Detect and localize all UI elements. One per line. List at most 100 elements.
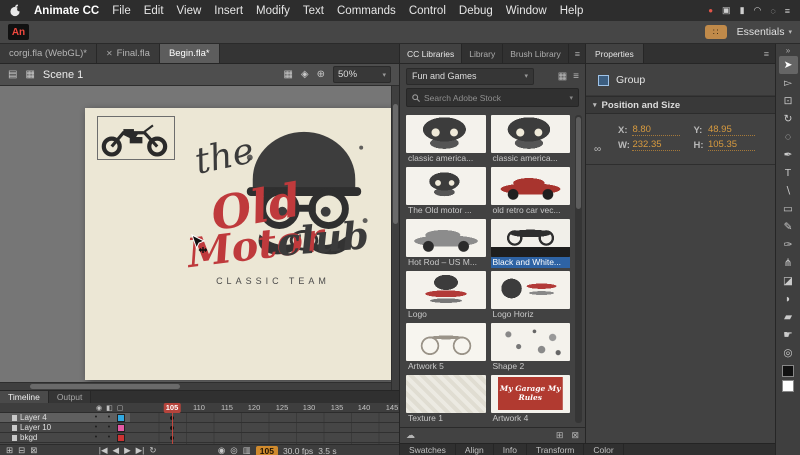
stage-horizontal-scrollbar[interactable] [0, 382, 391, 390]
panel-menu-icon[interactable]: ≡ [570, 44, 585, 63]
ruler-frame-number[interactable]: 130 [303, 403, 316, 413]
panel-tab[interactable]: Align [456, 444, 494, 455]
library-item-label[interactable]: classic america... [491, 153, 571, 164]
layer-name-cell[interactable]: Layer 4 • • [0, 413, 130, 422]
library-item-thumbnail[interactable] [406, 219, 486, 257]
y-value-field[interactable]: 48.95 [708, 124, 755, 136]
onion-skin-outlines-button[interactable]: ◎ [230, 445, 237, 455]
menu-item[interactable]: Window [506, 5, 547, 17]
record-icon[interactable]: ● [708, 6, 713, 15]
battery-icon[interactable]: ▮ [740, 5, 745, 16]
apple-menu[interactable] [10, 4, 21, 17]
timeline-layer-row[interactable]: Layer 4 • • [0, 413, 399, 423]
stage-pasteboard[interactable]: the Old Motor club CLASSIC TEAM [0, 86, 399, 390]
timeline-layer-row[interactable]: Layer 10 • • [0, 423, 399, 433]
library-item-thumbnail[interactable] [491, 271, 571, 309]
layer-name-cell[interactable]: Layer 1 • • [0, 443, 130, 444]
library-item-thumbnail[interactable] [491, 219, 571, 257]
document-tab[interactable]: corgi.fla (WebGL)* [0, 44, 97, 63]
fill-color-chip[interactable] [782, 380, 794, 392]
library-item-thumbnail[interactable] [491, 323, 571, 361]
ruler-frame-number[interactable]: 110 [193, 403, 205, 413]
library-item[interactable]: Artwork 5 [406, 323, 486, 372]
tab-close-icon[interactable]: ✕ [106, 49, 113, 58]
panel-menu-icon[interactable]: ≡ [758, 44, 775, 63]
document-tab[interactable]: ✕ Final.fla [97, 44, 160, 63]
panel-tab[interactable]: Info [494, 444, 527, 455]
library-item-label[interactable]: Artwork 5 [406, 361, 486, 372]
ruler-frame-number[interactable]: 115 [221, 403, 233, 413]
layer-name-cell[interactable]: Layer 10 • • [0, 423, 130, 432]
subselection-tool[interactable]: ▻ [779, 74, 798, 92]
sync-status-icon[interactable]: ☁ [406, 430, 415, 441]
line-tool[interactable]: ∖ [779, 182, 798, 200]
logo-subtitle[interactable]: CLASSIC TEAM [203, 276, 343, 286]
library-item-thumbnail[interactable] [406, 167, 486, 205]
workspace-switcher[interactable]: Essentials ▾ [737, 26, 792, 38]
lock-icon[interactable]: ◧ [106, 404, 113, 412]
onion-skin-button[interactable]: ◉ [218, 445, 225, 455]
current-frame-indicator[interactable]: 105 [256, 446, 278, 455]
properties-tab[interactable]: Properties [586, 44, 644, 63]
library-item-label[interactable]: Black and White... [491, 257, 571, 268]
free-transform-tool[interactable]: ⊡ [779, 92, 798, 110]
layer-visibility-dot[interactable]: • [91, 443, 101, 444]
library-item-label[interactable]: classic america... [406, 153, 486, 164]
lasso-tool[interactable]: ◌ [779, 128, 798, 146]
edit-scene-icon[interactable]: ▦ [283, 69, 292, 80]
library-item[interactable]: Texture 1 [406, 375, 486, 424]
link-dimensions-icon[interactable]: ∞ [594, 144, 601, 155]
logo-text-club[interactable]: club [275, 212, 370, 265]
paint-bucket-tool[interactable]: ◪ [779, 272, 798, 290]
previous-frame-button[interactable]: ◀ [113, 445, 120, 455]
eraser-tool[interactable]: ▰ [779, 308, 798, 326]
library-item-label[interactable]: Artwork 4 [491, 413, 571, 424]
stage-vertical-scrollbar[interactable] [391, 86, 399, 390]
library-item-label[interactable]: Logo [406, 309, 486, 320]
app-menu-title[interactable]: Animate CC [34, 5, 99, 17]
layer-visibility-dot[interactable]: • [91, 433, 101, 442]
stock-badge-icon[interactable]: ∷ [705, 25, 727, 39]
text-tool[interactable]: T [779, 164, 798, 182]
document-tab[interactable]: Begin.fla* [160, 44, 220, 63]
frame-rate-indicator[interactable]: 30.0 fps [283, 446, 313, 455]
position-size-section-header[interactable]: ▾ Position and Size [586, 96, 775, 114]
layer-frames-track[interactable] [130, 433, 399, 442]
visibility-eye-icon[interactable]: ◉ [96, 404, 102, 412]
library-item-label[interactable]: Texture 1 [406, 413, 486, 424]
edit-symbol-icon[interactable]: ◈ [301, 69, 309, 80]
w-value-field[interactable]: 232.35 [632, 139, 679, 151]
library-item[interactable]: old retro car vec... [491, 167, 571, 216]
delete-layer-button[interactable]: ⊠ [30, 445, 37, 455]
layer-outline-color-swatch[interactable] [117, 424, 125, 432]
trash-icon[interactable]: ⊠ [571, 430, 579, 441]
menu-item[interactable]: Insert [214, 5, 243, 17]
timeline-layer-row[interactable]: bkgd • • [0, 433, 399, 443]
eyedropper-tool[interactable]: ◗ [779, 290, 798, 308]
libraries-tab[interactable]: CC Libraries [400, 44, 462, 63]
next-frame-button[interactable]: ▶| [136, 445, 145, 455]
ruler-frame-number[interactable]: 135 [331, 403, 344, 413]
outline-icon[interactable]: ▢ [117, 404, 124, 412]
library-item-thumbnail[interactable] [491, 115, 571, 153]
libraries-tab[interactable]: Library [462, 44, 503, 63]
animate-logo[interactable]: An [8, 24, 29, 40]
wifi-icon[interactable]: ◠ [754, 5, 762, 16]
zoom-tool[interactable]: ◎ [779, 344, 798, 362]
zoom-level-select[interactable]: 50% ▾ [333, 66, 391, 83]
menu-item[interactable]: Help [560, 5, 584, 17]
loop-button[interactable]: ↻ [149, 445, 156, 455]
rectangle-tool[interactable]: ▭ [779, 200, 798, 218]
new-folder-button[interactable]: ⊟ [18, 445, 25, 455]
pencil-tool[interactable]: ✎ [779, 218, 798, 236]
list-view-icon[interactable]: ≡ [573, 71, 579, 82]
layer-outline-color-swatch[interactable] [117, 414, 125, 422]
layer-lock-dot[interactable]: • [104, 413, 114, 422]
x-value-field[interactable]: 8.80 [632, 124, 679, 136]
control-center-icon[interactable]: ≡ [785, 6, 790, 16]
grid-view-icon[interactable]: ▦ [558, 71, 567, 82]
ruler-frame-number[interactable]: 105 [164, 403, 181, 413]
library-item[interactable]: Black and White... [491, 219, 571, 268]
library-item-label[interactable]: The Old motor ... [406, 205, 486, 216]
center-frame-icon[interactable]: ⊕ [317, 69, 325, 80]
